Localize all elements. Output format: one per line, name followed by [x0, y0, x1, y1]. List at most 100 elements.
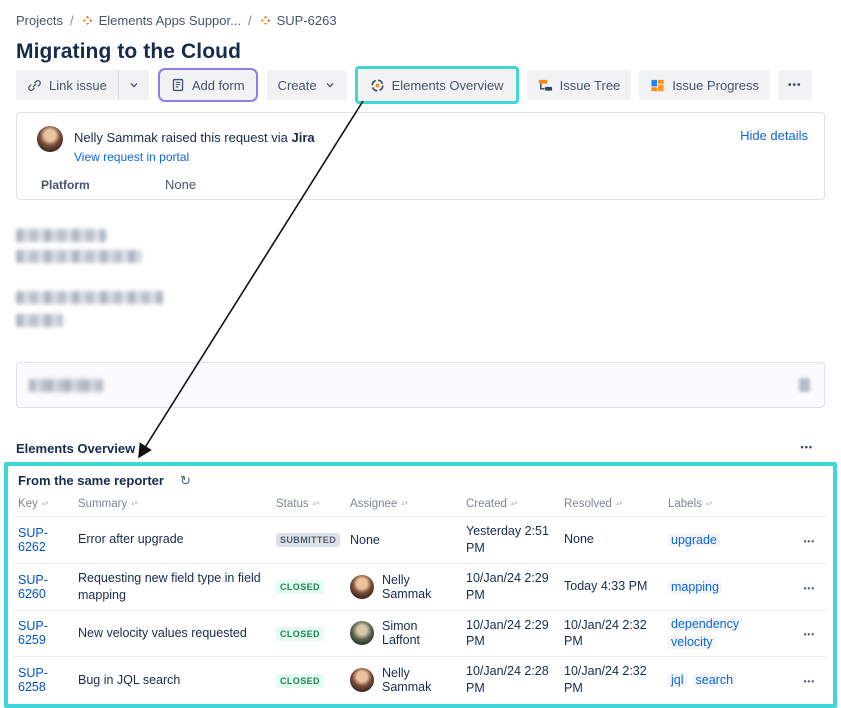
- platform-field-label: Platform: [41, 178, 90, 192]
- resolved-cell: None: [560, 525, 664, 554]
- redacted-text: [16, 250, 142, 263]
- column-header-status[interactable]: Status▴▾: [272, 492, 346, 516]
- collapsed-activity-box[interactable]: [16, 362, 825, 408]
- link-issue-dropdown-button[interactable]: [118, 70, 149, 100]
- elements-overview-button[interactable]: Elements Overview: [359, 70, 515, 100]
- create-button[interactable]: Create: [267, 70, 347, 100]
- panel-title: From the same reporter: [18, 473, 164, 488]
- status-badge: CLOSED: [276, 627, 324, 641]
- column-header-created[interactable]: Created▴▾: [462, 492, 560, 516]
- request-details-card: Nelly Sammak raised this request via Jir…: [16, 112, 825, 200]
- label-chip[interactable]: mapping: [668, 580, 722, 594]
- project-avatar-icon: [81, 14, 94, 27]
- status-badge: CLOSED: [276, 580, 324, 594]
- refresh-icon[interactable]: ↻: [180, 474, 191, 487]
- add-form-label: Add form: [192, 78, 245, 93]
- column-header-assignee[interactable]: Assignee▴▾: [346, 492, 462, 516]
- issue-summary: Error after upgrade: [74, 525, 272, 554]
- assignee-name: None: [350, 533, 380, 547]
- issue-tree-icon: [538, 78, 553, 93]
- breadcrumb: Projects / Elements Apps Suppor... / SUP…: [16, 13, 337, 28]
- assignee-avatar: [350, 668, 374, 692]
- hide-details-link[interactable]: Hide details: [740, 128, 808, 143]
- redacted-text: [16, 229, 106, 242]
- table-row: SUP-6260 Requesting new field type in fi…: [14, 563, 827, 610]
- labels-cell: upgrade: [664, 527, 782, 553]
- elements-overview-section-title: Elements Overview: [16, 441, 135, 456]
- issue-progress-label: Issue Progress: [672, 78, 759, 93]
- platform-field-value: None: [165, 177, 196, 192]
- created-cell: 10/Jan/24 2:28 PM: [462, 657, 560, 703]
- breadcrumb-projects[interactable]: Projects: [16, 13, 63, 28]
- created-cell: 10/Jan/24 2:29 PM: [462, 611, 560, 657]
- form-icon: [171, 78, 185, 92]
- redacted-text: [29, 379, 103, 392]
- issue-toolbar: Link issue Add form Create Elements Over…: [16, 66, 812, 104]
- via-app: Jira: [291, 130, 314, 145]
- issue-type-icon: [259, 14, 272, 27]
- table-rows: SUP-6262 Error after upgrade SUBMITTED N…: [14, 516, 827, 703]
- create-label: Create: [278, 78, 317, 93]
- elements-overview-label: Elements Overview: [392, 78, 504, 93]
- redacted-text: [16, 314, 63, 327]
- column-header-labels[interactable]: Labels▴▾: [664, 492, 782, 516]
- annotation-highlight-box: Elements Overview: [355, 66, 519, 104]
- reporter-line: Nelly Sammak raised this request via Jir…: [74, 130, 315, 145]
- breadcrumb-separator: /: [70, 13, 74, 28]
- row-more-button[interactable]: •••: [798, 676, 821, 687]
- assignee-name: Nelly Sammak: [382, 573, 454, 601]
- assignee-name: Simon Laffont: [382, 619, 454, 647]
- sort-icon: ▴▾: [131, 502, 138, 506]
- view-request-portal-link[interactable]: View request in portal: [74, 150, 189, 164]
- labels-cell: mapping: [664, 574, 782, 600]
- assignee-name: Nelly Sammak: [382, 666, 454, 694]
- assignee-avatar: [350, 575, 374, 599]
- label-chip[interactable]: dependency: [668, 617, 742, 631]
- issue-key-link[interactable]: SUP-6259: [18, 619, 48, 647]
- sort-icon: ▴▾: [313, 502, 320, 506]
- section-more-button[interactable]: •••: [795, 441, 819, 453]
- column-header-summary[interactable]: Summary▴▾: [74, 492, 272, 516]
- table-header: Key▴▾ Summary▴▾ Status▴▾ Assignee▴▾ Crea…: [14, 492, 827, 516]
- issue-tree-button[interactable]: Issue Tree: [527, 70, 632, 100]
- label-chip[interactable]: search: [693, 673, 737, 687]
- row-more-button[interactable]: •••: [798, 629, 821, 640]
- elements-overview-panel: From the same reporter ↻ Key▴▾ Summary▴▾…: [4, 462, 837, 708]
- jira-issue-page: { "breadcrumb": { "separator": "/", "ite…: [0, 0, 841, 688]
- created-cell: Yesterday 2:51 PM: [462, 517, 560, 563]
- elements-overview-icon: [370, 78, 385, 93]
- issue-key-link[interactable]: SUP-6262: [18, 526, 48, 554]
- label-chip[interactable]: upgrade: [668, 533, 720, 547]
- add-form-button[interactable]: Add form: [160, 70, 256, 100]
- issue-key-link[interactable]: SUP-6260: [18, 573, 48, 601]
- issue-key-link[interactable]: SUP-6258: [18, 666, 48, 694]
- toolbar-more-button[interactable]: •••: [778, 70, 812, 100]
- issue-summary: Bug in JQL search: [74, 666, 272, 695]
- resolved-cell: Today 4:33 PM: [560, 572, 664, 601]
- row-more-button[interactable]: •••: [798, 583, 821, 594]
- redacted-icon: [799, 378, 810, 392]
- resolved-cell: 10/Jan/24 2:32 PM: [560, 611, 664, 657]
- label-chip[interactable]: velocity: [668, 635, 716, 649]
- table-row: SUP-6258 Bug in JQL search CLOSED Nelly …: [14, 656, 827, 703]
- link-issue-button[interactable]: Link issue: [16, 70, 118, 100]
- breadcrumb-project[interactable]: Elements Apps Suppor...: [99, 13, 241, 28]
- reporter-name: Nelly Sammak: [74, 130, 158, 145]
- link-issue-button-group: Link issue: [16, 70, 149, 100]
- table-row: SUP-6262 Error after upgrade SUBMITTED N…: [14, 516, 827, 563]
- status-badge: SUBMITTED: [276, 533, 340, 547]
- column-header-key[interactable]: Key▴▾: [14, 492, 74, 516]
- issue-progress-icon: [650, 78, 665, 93]
- table-row: SUP-6259 New velocity values requested C…: [14, 610, 827, 657]
- label-chip[interactable]: jql: [668, 673, 687, 687]
- row-more-button[interactable]: •••: [798, 536, 821, 547]
- sort-icon: ▴▾: [511, 502, 518, 506]
- reporter-avatar: [37, 126, 63, 152]
- breadcrumb-issue-key[interactable]: SUP-6263: [277, 13, 337, 28]
- labels-cell: dependency velocity: [664, 611, 782, 655]
- column-header-resolved[interactable]: Resolved▴▾: [560, 492, 664, 516]
- chevron-down-icon: [128, 79, 140, 91]
- issue-progress-button[interactable]: Issue Progress: [639, 70, 770, 100]
- redacted-text: [16, 291, 163, 304]
- sort-icon: ▴▾: [401, 502, 408, 506]
